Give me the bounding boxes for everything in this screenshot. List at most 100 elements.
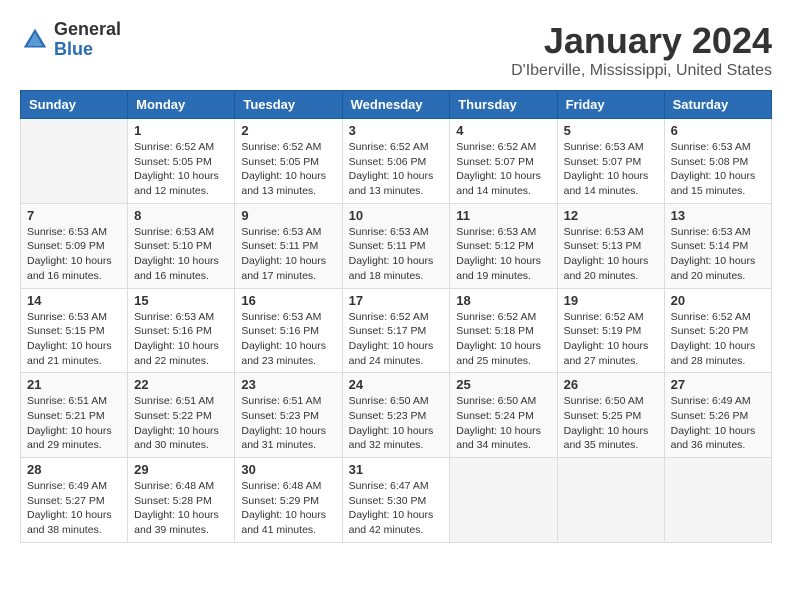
day-number: 17 — [349, 293, 444, 308]
day-info: Sunrise: 6:51 AM Sunset: 5:22 PM Dayligh… — [134, 394, 228, 453]
weekday-header-wednesday: Wednesday — [342, 91, 450, 119]
location-title: D'Iberville, Mississippi, United States — [511, 62, 772, 80]
calendar-week-row: 1 Sunrise: 6:52 AM Sunset: 5:05 PM Daylig… — [21, 119, 772, 204]
day-info: Sunrise: 6:48 AM Sunset: 5:29 PM Dayligh… — [241, 479, 335, 538]
day-number: 9 — [241, 208, 335, 223]
day-info: Sunrise: 6:52 AM Sunset: 5:05 PM Dayligh… — [134, 140, 228, 199]
calendar-cell — [450, 458, 557, 543]
day-info: Sunrise: 6:50 AM Sunset: 5:24 PM Dayligh… — [456, 394, 550, 453]
day-number: 22 — [134, 377, 228, 392]
day-number: 20 — [671, 293, 765, 308]
calendar-week-row: 7 Sunrise: 6:53 AM Sunset: 5:09 PM Daylig… — [21, 203, 772, 288]
day-number: 10 — [349, 208, 444, 223]
calendar-cell: 25 Sunrise: 6:50 AM Sunset: 5:24 PM Dayli… — [450, 373, 557, 458]
calendar-cell: 30 Sunrise: 6:48 AM Sunset: 5:29 PM Dayli… — [235, 458, 342, 543]
day-info: Sunrise: 6:51 AM Sunset: 5:21 PM Dayligh… — [27, 394, 121, 453]
calendar-cell: 23Sunrise: 6:51 AM Sunset: 5:23 PM Dayli… — [235, 373, 342, 458]
calendar-cell: 3Sunrise: 6:52 AM Sunset: 5:06 PM Daylig… — [342, 119, 450, 204]
weekday-header-sunday: Sunday — [21, 91, 128, 119]
calendar-cell: 12 Sunrise: 6:53 AM Sunset: 5:13 PM Dayli… — [557, 203, 664, 288]
day-info: Sunrise: 6:53 AM Sunset: 5:16 PM Dayligh… — [241, 310, 335, 369]
page-header: General Blue January 2024 D'Iberville, M… — [20, 20, 772, 80]
calendar-cell: 15 Sunrise: 6:53 AM Sunset: 5:16 PM Dayli… — [128, 288, 235, 373]
weekday-header-thursday: Thursday — [450, 91, 557, 119]
day-info: Sunrise: 6:53 AM Sunset: 5:11 PM Dayligh… — [241, 225, 335, 284]
calendar-cell: 13 Sunrise: 6:53 AM Sunset: 5:14 PM Dayli… — [664, 203, 771, 288]
weekday-header-monday: Monday — [128, 91, 235, 119]
day-number: 19 — [564, 293, 658, 308]
logo-general-text: General — [54, 20, 121, 40]
day-number: 14 — [27, 293, 121, 308]
calendar-cell: 8 Sunrise: 6:53 AM Sunset: 5:10 PM Daylig… — [128, 203, 235, 288]
day-number: 1 — [134, 123, 228, 138]
logo-text: General Blue — [54, 20, 121, 60]
calendar-cell — [664, 458, 771, 543]
calendar-cell: 7 Sunrise: 6:53 AM Sunset: 5:09 PM Daylig… — [21, 203, 128, 288]
day-number: 3 — [349, 123, 444, 138]
day-number: 25 — [456, 377, 550, 392]
calendar-cell: 24Sunrise: 6:50 AM Sunset: 5:23 PM Dayli… — [342, 373, 450, 458]
day-number: 7 — [27, 208, 121, 223]
day-info: Sunrise: 6:53 AM Sunset: 5:16 PM Dayligh… — [134, 310, 228, 369]
day-number: 31 — [349, 462, 444, 477]
calendar-cell: 22 Sunrise: 6:51 AM Sunset: 5:22 PM Dayli… — [128, 373, 235, 458]
day-number: 21 — [27, 377, 121, 392]
day-number: 6 — [671, 123, 765, 138]
calendar-cell: 16Sunrise: 6:53 AM Sunset: 5:16 PM Dayli… — [235, 288, 342, 373]
day-info: Sunrise: 6:49 AM Sunset: 5:27 PM Dayligh… — [27, 479, 121, 538]
calendar-cell: 6Sunrise: 6:53 AM Sunset: 5:08 PM Daylig… — [664, 119, 771, 204]
day-number: 18 — [456, 293, 550, 308]
calendar-cell: 21 Sunrise: 6:51 AM Sunset: 5:21 PM Dayli… — [21, 373, 128, 458]
calendar-cell: 4 Sunrise: 6:52 AM Sunset: 5:07 PM Daylig… — [450, 119, 557, 204]
day-number: 29 — [134, 462, 228, 477]
day-info: Sunrise: 6:53 AM Sunset: 5:13 PM Dayligh… — [564, 225, 658, 284]
day-info: Sunrise: 6:51 AM Sunset: 5:23 PM Dayligh… — [241, 394, 335, 453]
day-number: 12 — [564, 208, 658, 223]
calendar-week-row: 21 Sunrise: 6:51 AM Sunset: 5:21 PM Dayli… — [21, 373, 772, 458]
calendar-week-row: 28 Sunrise: 6:49 AM Sunset: 5:27 PM Dayli… — [21, 458, 772, 543]
day-info: Sunrise: 6:53 AM Sunset: 5:09 PM Dayligh… — [27, 225, 121, 284]
calendar-cell — [21, 119, 128, 204]
weekday-header-friday: Friday — [557, 91, 664, 119]
day-number: 15 — [134, 293, 228, 308]
calendar-cell: 14 Sunrise: 6:53 AM Sunset: 5:15 PM Dayli… — [21, 288, 128, 373]
weekday-header-saturday: Saturday — [664, 91, 771, 119]
calendar-cell: 11 Sunrise: 6:53 AM Sunset: 5:12 PM Dayli… — [450, 203, 557, 288]
day-info: Sunrise: 6:50 AM Sunset: 5:25 PM Dayligh… — [564, 394, 658, 453]
day-info: Sunrise: 6:52 AM Sunset: 5:18 PM Dayligh… — [456, 310, 550, 369]
day-info: Sunrise: 6:53 AM Sunset: 5:10 PM Dayligh… — [134, 225, 228, 284]
day-info: Sunrise: 6:52 AM Sunset: 5:19 PM Dayligh… — [564, 310, 658, 369]
day-number: 27 — [671, 377, 765, 392]
day-info: Sunrise: 6:53 AM Sunset: 5:14 PM Dayligh… — [671, 225, 765, 284]
calendar-cell: 1 Sunrise: 6:52 AM Sunset: 5:05 PM Daylig… — [128, 119, 235, 204]
logo-blue-text: Blue — [54, 40, 121, 60]
day-number: 30 — [241, 462, 335, 477]
day-info: Sunrise: 6:48 AM Sunset: 5:28 PM Dayligh… — [134, 479, 228, 538]
calendar-cell — [557, 458, 664, 543]
day-number: 8 — [134, 208, 228, 223]
day-info: Sunrise: 6:53 AM Sunset: 5:15 PM Dayligh… — [27, 310, 121, 369]
day-number: 5 — [564, 123, 658, 138]
day-info: Sunrise: 6:53 AM Sunset: 5:11 PM Dayligh… — [349, 225, 444, 284]
day-info: Sunrise: 6:53 AM Sunset: 5:07 PM Dayligh… — [564, 140, 658, 199]
calendar-cell: 5 Sunrise: 6:53 AM Sunset: 5:07 PM Daylig… — [557, 119, 664, 204]
calendar-cell: 9 Sunrise: 6:53 AM Sunset: 5:11 PM Daylig… — [235, 203, 342, 288]
day-number: 2 — [241, 123, 335, 138]
calendar-cell: 19 Sunrise: 6:52 AM Sunset: 5:19 PM Dayli… — [557, 288, 664, 373]
calendar-cell: 27 Sunrise: 6:49 AM Sunset: 5:26 PM Dayli… — [664, 373, 771, 458]
weekday-header-tuesday: Tuesday — [235, 91, 342, 119]
day-number: 28 — [27, 462, 121, 477]
calendar-cell: 17Sunrise: 6:52 AM Sunset: 5:17 PM Dayli… — [342, 288, 450, 373]
calendar-cell: 10 Sunrise: 6:53 AM Sunset: 5:11 PM Dayli… — [342, 203, 450, 288]
day-number: 13 — [671, 208, 765, 223]
day-number: 11 — [456, 208, 550, 223]
title-area: January 2024 D'Iberville, Mississippi, U… — [511, 20, 772, 80]
calendar-cell: 31Sunrise: 6:47 AM Sunset: 5:30 PM Dayli… — [342, 458, 450, 543]
day-info: Sunrise: 6:53 AM Sunset: 5:12 PM Dayligh… — [456, 225, 550, 284]
day-number: 24 — [349, 377, 444, 392]
day-info: Sunrise: 6:52 AM Sunset: 5:05 PM Dayligh… — [241, 140, 335, 199]
month-title: January 2024 — [511, 20, 772, 62]
day-info: Sunrise: 6:49 AM Sunset: 5:26 PM Dayligh… — [671, 394, 765, 453]
day-info: Sunrise: 6:52 AM Sunset: 5:07 PM Dayligh… — [456, 140, 550, 199]
day-number: 4 — [456, 123, 550, 138]
